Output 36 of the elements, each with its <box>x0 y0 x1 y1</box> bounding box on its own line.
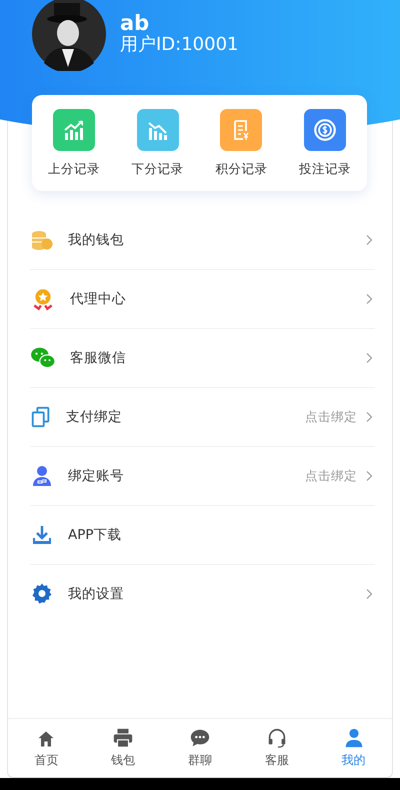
menu-hint: 点击绑定 <box>305 468 357 484</box>
chat-icon <box>188 727 211 749</box>
settings-icon <box>30 582 54 606</box>
menu-label: 我的设置 <box>68 585 125 603</box>
record-shortcut[interactable]: 上分记录 <box>32 108 116 178</box>
menu-label: 代理中心 <box>70 290 127 308</box>
menu-label: 绑定账号 <box>68 467 125 485</box>
nav-tab[interactable]: 客服 <box>238 719 316 769</box>
menu-item[interactable]: 我的钱包 <box>30 211 375 270</box>
nav-tab[interactable]: 钱包 <box>84 719 162 769</box>
coin-icon <box>312 116 338 142</box>
menu-label: 客服微信 <box>70 349 127 367</box>
nav-tab[interactable]: 群聊 <box>162 719 238 769</box>
menu-item[interactable]: 绑定账号 点击绑定 <box>30 447 375 506</box>
menu-label: 我的钱包 <box>68 231 125 249</box>
menu-item[interactable]: 支付绑定 点击绑定 <box>30 388 375 447</box>
menu-label: 支付绑定 <box>66 408 123 426</box>
user-icon <box>30 464 54 488</box>
record-shortcut[interactable]: 积分记录 <box>200 108 284 178</box>
record-shortcut[interactable]: 下分记录 <box>116 108 200 178</box>
menu-label: APP下载 <box>68 526 123 544</box>
menu-item[interactable]: 客服微信 <box>30 329 375 388</box>
user-name: ab <box>120 12 150 34</box>
user-id: 用户ID:10001 <box>120 34 238 56</box>
menu-item[interactable]: 代理中心 <box>30 270 375 329</box>
rising-chart-icon <box>62 118 86 142</box>
record-shortcut[interactable]: 投注记录 <box>283 108 367 178</box>
menu-item[interactable]: APP下载 <box>30 506 375 565</box>
coins-icon <box>30 228 54 252</box>
printer-icon <box>112 727 134 749</box>
menu-hint: 点击绑定 <box>305 408 357 426</box>
nav-tab[interactable]: 首页 <box>8 719 85 769</box>
download-icon <box>30 523 54 547</box>
copy-icon <box>30 406 52 428</box>
nav-tab[interactable]: 我的 <box>315 719 392 769</box>
menu-item[interactable]: 我的设置 <box>30 565 375 623</box>
